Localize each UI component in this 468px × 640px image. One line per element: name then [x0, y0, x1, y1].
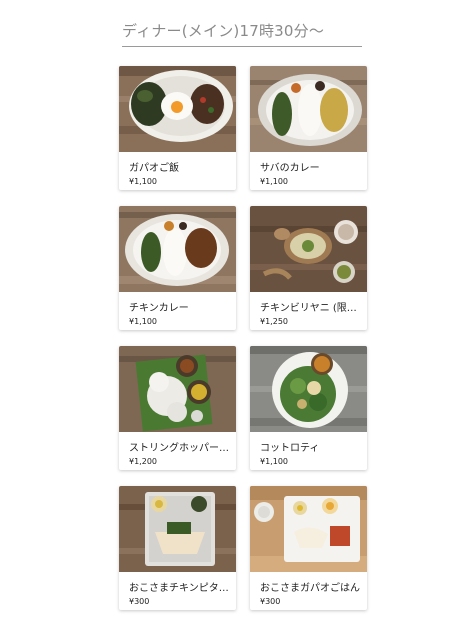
kids-chicken-pita-photo: [119, 486, 236, 572]
menu-item-price: ¥1,250: [260, 317, 288, 326]
gapao-rice-photo: [119, 66, 236, 152]
menu-card-gapao-rice[interactable]: ガパオご飯 ¥1,100: [119, 66, 236, 190]
chicken-curry-photo: [119, 206, 236, 292]
menu-card-chicken-curry[interactable]: チキンカレー ¥1,100: [119, 206, 236, 330]
menu-item-name: おこさまチキンピタ…: [129, 583, 229, 594]
menu-item-price: ¥1,100: [129, 317, 157, 326]
menu-item-price: ¥1,200: [129, 457, 157, 466]
menu-item-name: ガパオご飯: [129, 163, 179, 174]
menu-item-price: ¥300: [260, 597, 281, 606]
menu-card-string-hoppers[interactable]: ストリングホッパー… ¥1,200: [119, 346, 236, 470]
mackerel-curry-photo: [250, 66, 367, 152]
menu-card-kids-gapao[interactable]: おこさまガパオごはん ¥300: [250, 486, 367, 610]
menu-item-price: ¥1,100: [129, 177, 157, 186]
menu-item-name: おこさまガパオごはん: [260, 583, 360, 594]
kids-gapao-photo: [250, 486, 367, 572]
menu-card-kottu-roti[interactable]: コットロティ ¥1,100: [250, 346, 367, 470]
string-hoppers-photo: [119, 346, 236, 432]
menu-card-kids-chicken-pita[interactable]: おこさまチキンピタ… ¥300: [119, 486, 236, 610]
section-title: ディナー(メイン)17時30分〜: [122, 20, 362, 47]
menu-item-name: チキンビリヤニ (限定): [260, 303, 360, 314]
kottu-roti-photo: [250, 346, 367, 432]
menu-item-name: チキンカレー: [129, 303, 189, 314]
chicken-biryani-photo: [250, 206, 367, 292]
menu-card-mackerel-curry[interactable]: サバのカレー ¥1,100: [250, 66, 367, 190]
menu-item-name: ストリングホッパー…: [129, 443, 229, 454]
menu-item-price: ¥1,100: [260, 457, 288, 466]
menu-item-price: ¥1,100: [260, 177, 288, 186]
menu-item-name: コットロティ: [260, 443, 320, 454]
menu-card-chicken-biryani[interactable]: チキンビリヤニ (限定) ¥1,250: [250, 206, 367, 330]
menu-item-price: ¥300: [129, 597, 150, 606]
menu-item-name: サバのカレー: [260, 163, 320, 174]
